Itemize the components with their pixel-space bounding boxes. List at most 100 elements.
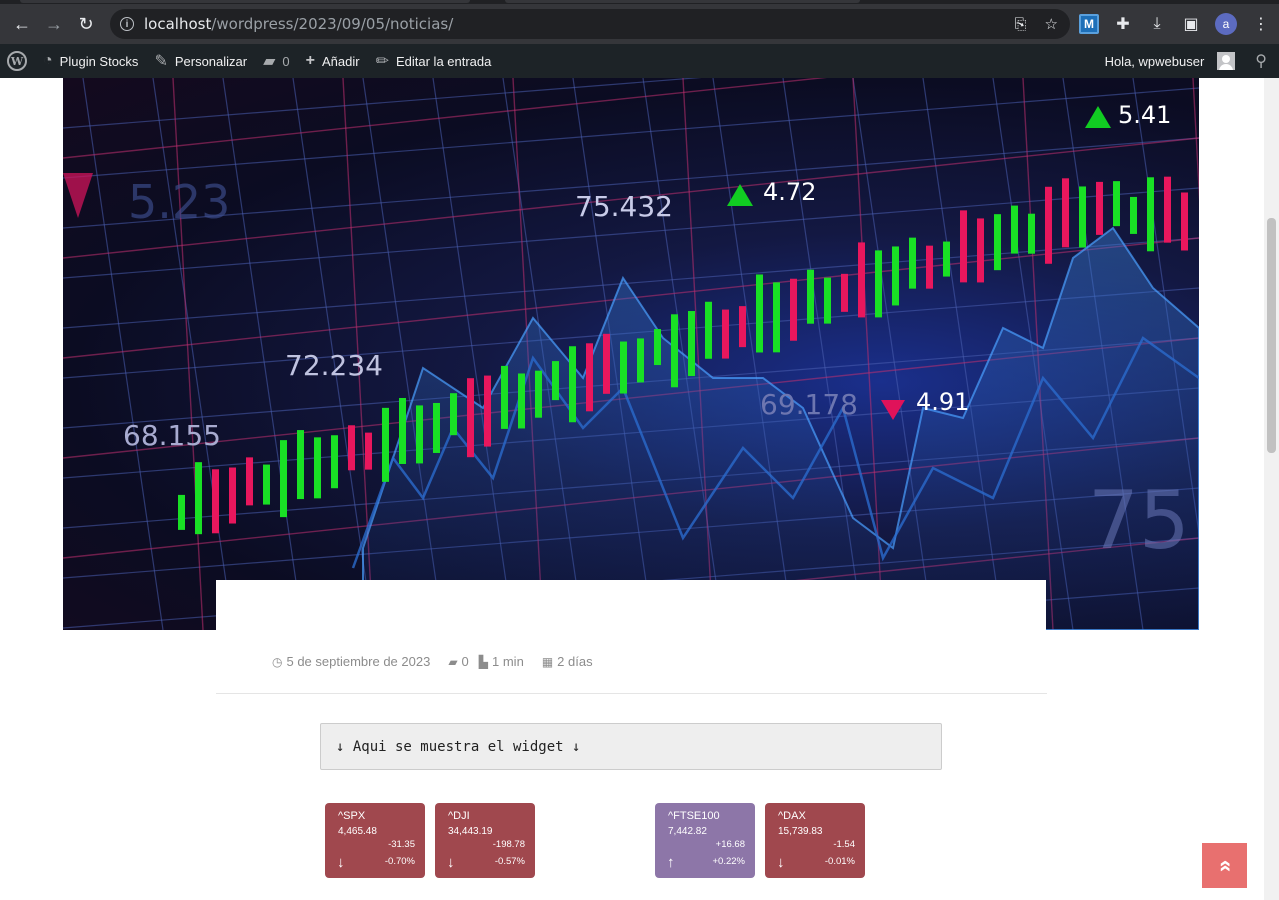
stock-chart-graphic: 5.23 75.432 4.72 5.41 72.234 68.155 69.1… [63,78,1199,630]
down-marker-icon [63,173,93,218]
site-name-menu[interactable]: ◔ Plugin Stocks [35,44,146,78]
candle [756,274,763,353]
extension-m-button[interactable]: M [1079,14,1099,34]
candle [1096,181,1103,235]
candle [229,467,236,524]
stock-price: 34,443.19 [448,826,493,837]
user-avatar [1217,52,1236,70]
candle [654,329,661,366]
grid-line [63,87,1199,179]
stock-symbol: ^DAX [778,810,806,822]
candle [960,210,967,283]
candle [1113,181,1120,227]
url-path: /wordpress/2023/09/05/noticias/ [211,15,454,33]
stock-card-dji[interactable]: ^DJI 34,443.19 -198.78 ↓ -0.57% [435,803,535,878]
hero-label: 69.178 [760,388,858,421]
candle [807,269,814,324]
hero-label: 68.155 [123,419,221,452]
forward-button[interactable]: → [38,8,70,40]
widget-notice-text: ↓ Aqui se muestra el widget ↓ [336,738,581,755]
candle [943,241,950,277]
stock-symbol: ^FTSE100 [668,810,720,822]
tab[interactable] [505,0,860,3]
candle [875,250,882,318]
candle [790,278,797,341]
candle [280,440,287,518]
reload-button[interactable]: ↻ [70,8,102,40]
post-meta: ◷ 5 de septiembre de 2023 ▰ 0 ▙ 1 min ▦ … [216,630,1047,694]
grid-line [63,78,702,129]
plus-icon: + [305,52,315,69]
clock-icon: ◷ [272,654,283,669]
edit-post-link[interactable]: ✏ Editar la entrada [368,44,500,78]
back-button[interactable]: ← [6,8,38,40]
reload-icon: ↻ [78,13,94,34]
candle [773,282,780,353]
post-age-text: 2 días [557,654,593,669]
hero-image: 5.23 75.432 4.72 5.41 72.234 68.155 69.1… [63,78,1199,630]
customize-link[interactable]: ✎ Personalizar [146,44,255,78]
kebab-menu-icon[interactable]: ⋮ [1251,14,1271,34]
wordpress-icon: W [7,51,27,71]
candle [467,378,474,458]
brush-icon: ✎ [154,53,168,70]
wp-logo-menu[interactable]: W [0,44,35,78]
new-content-menu[interactable]: + Añadir [298,44,368,78]
reader-icon: ▙ [478,654,489,669]
puzzle-icon[interactable]: ✚ [1113,14,1133,34]
profile-avatar[interactable]: a [1215,13,1237,35]
post-date-text: 5 de septiembre de 2023 [286,654,431,669]
scroll-to-top-button[interactable]: » [1202,843,1247,888]
url-text[interactable]: localhost/wordpress/2023/09/05/noticias/ [144,15,453,33]
candle [688,311,695,377]
stock-change: +16.68 [715,839,745,850]
candle [195,462,202,535]
site-name: Plugin Stocks [59,53,139,69]
customize-label: Personalizar [174,53,248,69]
candle [212,469,219,534]
stock-card-spx[interactable]: ^SPX 4,465.48 -31.35 ↓ -0.70% [325,803,425,878]
star-icon[interactable]: ☆ [1045,15,1058,33]
arrow-right-icon: → [45,13,63,34]
address-bar[interactable]: i localhost/wordpress/2023/09/05/noticia… [110,9,1070,39]
candle [297,430,304,500]
stock-change: -1.54 [833,839,855,850]
share-icon[interactable]: ⎘ [1015,16,1027,33]
tab[interactable] [20,0,470,3]
post-age: ▦ 2 días [542,654,593,669]
candle [705,301,712,359]
sidepanel-icon[interactable]: ▣ [1181,14,1201,34]
candle [977,218,984,283]
arrow-down-icon: ↓ [337,854,345,871]
page-scrollbar[interactable] [1264,78,1279,900]
download-icon[interactable]: ⤓ [1147,15,1167,33]
candle [569,346,576,423]
post-header-panel [216,580,1046,630]
candle [263,464,270,505]
candle [178,494,185,530]
candle [671,314,678,388]
my-account-menu[interactable]: Hola, wpwebuser [1097,44,1244,78]
stock-card-dax[interactable]: ^DAX 15,739.83 -1.54 ↓ -0.01% [765,803,865,878]
stock-percent: -0.57% [494,856,525,867]
hero-label: 4.91 [916,388,969,416]
site-info-icon[interactable]: i [120,17,134,31]
search-button[interactable]: ⚲ [1243,44,1279,78]
stock-card-ftse100[interactable]: ^FTSE100 7,442.82 +16.68 ↑ +0.22% [655,803,755,878]
comments-link[interactable]: ▰ 0 [255,44,298,78]
candle [433,402,440,453]
candle [637,338,644,383]
browser-toolbar: ← → ↻ i localhost/wordpress/2023/09/05/n… [0,4,1279,44]
candle [909,237,916,289]
candle [535,370,542,418]
post-comments[interactable]: ▰ 0 [448,654,468,669]
scrollbar-thumb[interactable] [1267,218,1276,453]
arrow-up-icon: ↑ [667,854,675,871]
add-new-label: Añadir [322,53,360,69]
stock-price: 4,465.48 [338,826,377,837]
candle [722,309,729,359]
edit-post-label: Editar la entrada [395,53,492,69]
arrow-left-icon: ← [13,13,31,34]
candle [841,273,848,312]
post-read-time: ▙ 1 min [479,654,524,669]
